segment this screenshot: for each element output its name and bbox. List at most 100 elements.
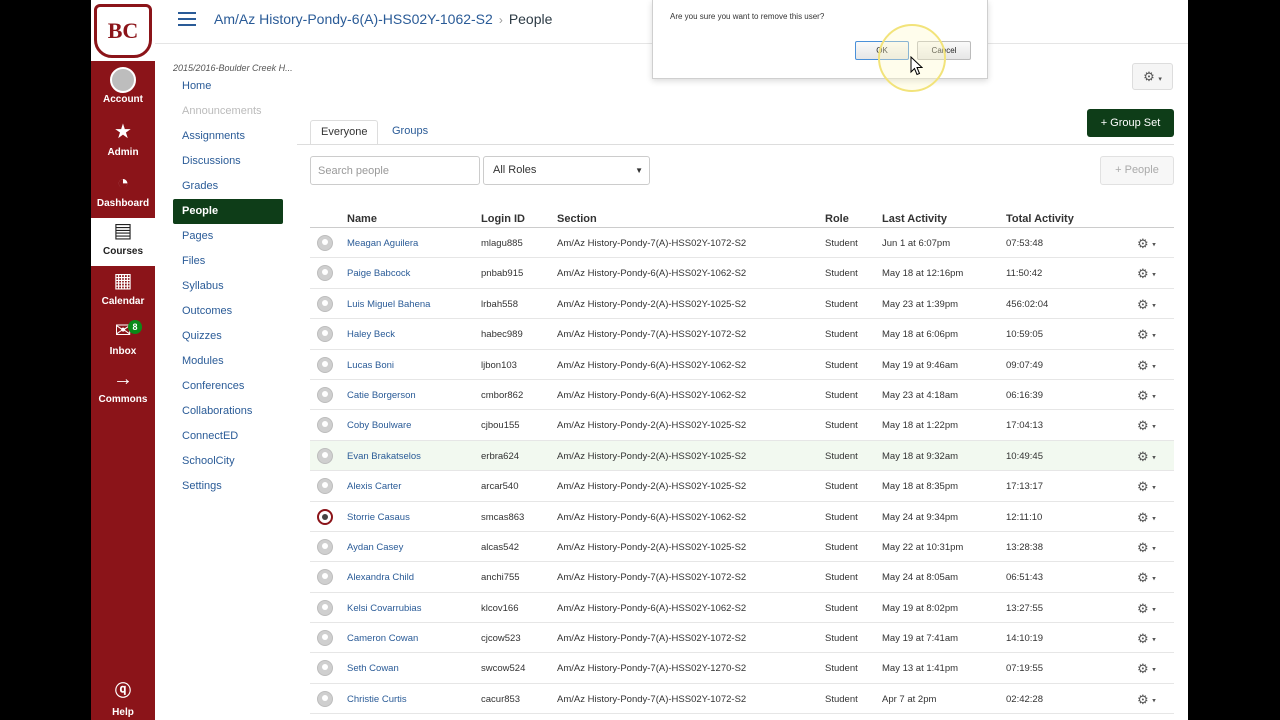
cell-name-link[interactable]: Christie Curtis xyxy=(347,694,407,705)
column-header-total-activity[interactable]: Total Activity xyxy=(1006,213,1074,225)
row-settings-gear-icon[interactable]: ⚙ ▾ xyxy=(1137,266,1156,282)
course-nav-item-grades[interactable]: Grades xyxy=(173,174,283,199)
search-people-input[interactable] xyxy=(310,156,480,185)
row-settings-gear-icon[interactable]: ⚙ ▾ xyxy=(1137,297,1156,313)
course-nav-item-conferences[interactable]: Conferences xyxy=(173,374,283,399)
avatar-icon[interactable] xyxy=(317,447,333,464)
course-nav-item-schoolcity[interactable]: SchoolCity xyxy=(173,449,283,474)
cell-name-link[interactable]: Luis Miguel Bahena xyxy=(347,299,430,310)
row-settings-gear-icon[interactable]: ⚙ ▾ xyxy=(1137,661,1156,677)
column-header-last-activity[interactable]: Last Activity xyxy=(882,213,947,225)
avatar-icon[interactable] xyxy=(317,386,333,403)
breadcrumb-course-link[interactable]: Am/Az History-Pondy-6(A)-HSS02Y-1062-S2 xyxy=(214,11,493,27)
column-header-role[interactable]: Role xyxy=(825,213,849,225)
global-nav-inbox[interactable]: ✉ 8 Inbox xyxy=(91,318,155,368)
cell-role: Student xyxy=(825,633,858,645)
global-nav-commons[interactable]: → Commons xyxy=(91,366,155,416)
row-settings-gear-icon[interactable]: ⚙ ▾ xyxy=(1137,601,1156,617)
course-nav-item-connected[interactable]: ConnectED xyxy=(173,424,283,449)
course-nav-item-quizzes[interactable]: Quizzes xyxy=(173,324,283,349)
avatar-icon[interactable] xyxy=(317,630,333,647)
course-nav-item-outcomes[interactable]: Outcomes xyxy=(173,299,283,324)
row-settings-gear-icon[interactable]: ⚙ ▾ xyxy=(1137,358,1156,374)
row-settings-gear-icon[interactable]: ⚙ ▾ xyxy=(1137,449,1156,465)
course-nav-item-assignments[interactable]: Assignments xyxy=(173,124,283,149)
global-nav-account[interactable]: Account xyxy=(91,66,155,116)
course-nav-item-home[interactable]: Home xyxy=(173,74,283,99)
tab-everyone[interactable]: Everyone xyxy=(310,120,379,145)
avatar-icon[interactable] xyxy=(317,599,333,616)
cell-name-link[interactable]: Haley Beck xyxy=(347,329,395,340)
row-settings-gear-icon[interactable]: ⚙ ▾ xyxy=(1137,388,1156,404)
cell-name-link[interactable]: Storrie Casaus xyxy=(347,512,410,523)
cell-name-link[interactable]: Paige Babcock xyxy=(347,268,410,279)
avatar-icon[interactable] xyxy=(317,417,333,434)
course-nav-item-files[interactable]: Files xyxy=(173,249,283,274)
course-nav-item-syllabus[interactable]: Syllabus xyxy=(173,274,283,299)
row-settings-gear-icon[interactable]: ⚙ ▾ xyxy=(1137,479,1156,495)
avatar-icon[interactable] xyxy=(317,356,333,373)
chevron-down-icon: ▼ xyxy=(635,166,643,175)
table-row: Aydan Casey alcas542 Am/Az History-Pondy-2… xyxy=(310,532,1174,563)
column-header-name[interactable]: Name xyxy=(347,213,377,225)
course-nav-item-discussions[interactable]: Discussions xyxy=(173,149,283,174)
cell-name-link[interactable]: Meagan Aguilera xyxy=(347,238,418,249)
roles-select[interactable]: All Roles ▼ xyxy=(483,156,650,185)
row-settings-gear-icon[interactable]: ⚙ ▾ xyxy=(1137,570,1156,586)
avatar-icon[interactable] xyxy=(317,265,333,282)
avatar-icon[interactable] xyxy=(317,569,333,586)
course-nav-item-people[interactable]: People xyxy=(173,199,283,224)
tab-groups[interactable]: Groups xyxy=(382,120,438,145)
row-settings-gear-icon[interactable]: ⚙ ▾ xyxy=(1137,692,1156,708)
course-nav-item-collaborations[interactable]: Collaborations xyxy=(173,399,283,424)
cell-name-link[interactable]: Alexis Carter xyxy=(347,481,401,492)
table-row: Evan Brakatselos erbra624 Am/Az History-Po… xyxy=(310,440,1174,472)
course-nav-item-settings[interactable]: Settings xyxy=(173,474,283,499)
global-nav-dashboard[interactable]: ◔ Dashboard xyxy=(91,170,155,220)
avatar-icon[interactable] xyxy=(317,538,333,555)
cell-last-activity: May 18 at 12:16pm xyxy=(882,268,964,280)
school-logo[interactable]: BC xyxy=(91,0,155,61)
table-row: Paige Babcock pnbab915 Am/Az History-Pondy… xyxy=(310,258,1174,289)
cell-name-link[interactable]: Kelsi Covarrubias xyxy=(347,603,421,614)
course-nav-item-modules[interactable]: Modules xyxy=(173,349,283,374)
avatar-icon[interactable] xyxy=(317,235,333,251)
course-nav-item-pages[interactable]: Pages xyxy=(173,224,283,249)
column-header-login[interactable]: Login ID xyxy=(481,213,525,225)
cell-name-link[interactable]: Cameron Cowan xyxy=(347,633,418,644)
cell-name-link[interactable]: Aydan Casey xyxy=(347,542,403,553)
avatar-icon[interactable] xyxy=(317,508,333,525)
cell-name-link[interactable]: Catie Borgerson xyxy=(347,390,416,401)
avatar-icon[interactable] xyxy=(317,660,333,677)
avatar-icon[interactable] xyxy=(317,478,333,495)
row-settings-gear-icon[interactable]: ⚙ ▾ xyxy=(1137,327,1156,343)
avatar-icon[interactable] xyxy=(317,295,333,312)
cell-name-link[interactable]: Seth Cowan xyxy=(347,663,399,674)
cell-last-activity: May 19 at 8:02pm xyxy=(882,602,959,614)
column-header-section[interactable]: Section xyxy=(557,213,597,225)
global-nav-calendar[interactable]: ▦ Calendar xyxy=(91,268,155,318)
add-group-set-button[interactable]: + Group Set xyxy=(1087,109,1174,137)
cell-name-link[interactable]: Coby Boulware xyxy=(347,420,411,431)
global-nav-courses[interactable]: ▤ Courses xyxy=(91,218,155,266)
hamburger-menu-icon[interactable] xyxy=(178,12,196,28)
cell-total-activity: 07:19:55 xyxy=(1006,663,1043,675)
row-settings-gear-icon[interactable]: ⚙ ▾ xyxy=(1137,236,1156,252)
cell-total-activity: 10:59:05 xyxy=(1006,329,1043,341)
row-settings-gear-icon[interactable]: ⚙ ▾ xyxy=(1137,510,1156,526)
avatar-icon[interactable] xyxy=(317,690,333,707)
cell-name-link[interactable]: Lucas Boni xyxy=(347,360,394,371)
cell-role: Student xyxy=(825,602,858,614)
cell-role: Student xyxy=(825,663,858,675)
row-settings-gear-icon[interactable]: ⚙ ▾ xyxy=(1137,418,1156,434)
page-settings-gear-icon[interactable]: ⚙ ▾ xyxy=(1132,63,1173,90)
row-settings-gear-icon[interactable]: ⚙ ▾ xyxy=(1137,631,1156,647)
avatar-icon[interactable] xyxy=(317,326,333,343)
table-row: Coby Boulware cjbou155 Am/Az History-Pondy… xyxy=(310,410,1174,441)
global-nav-help[interactable]: ⓠ Help xyxy=(91,679,155,720)
row-settings-gear-icon[interactable]: ⚙ ▾ xyxy=(1137,540,1156,556)
cell-name-link[interactable]: Evan Brakatselos xyxy=(347,451,421,462)
cell-name-link[interactable]: Alexandra Child xyxy=(347,572,414,583)
cell-total-activity: 02:42:28 xyxy=(1006,693,1043,705)
global-nav-admin[interactable]: ★ Admin xyxy=(91,119,155,169)
